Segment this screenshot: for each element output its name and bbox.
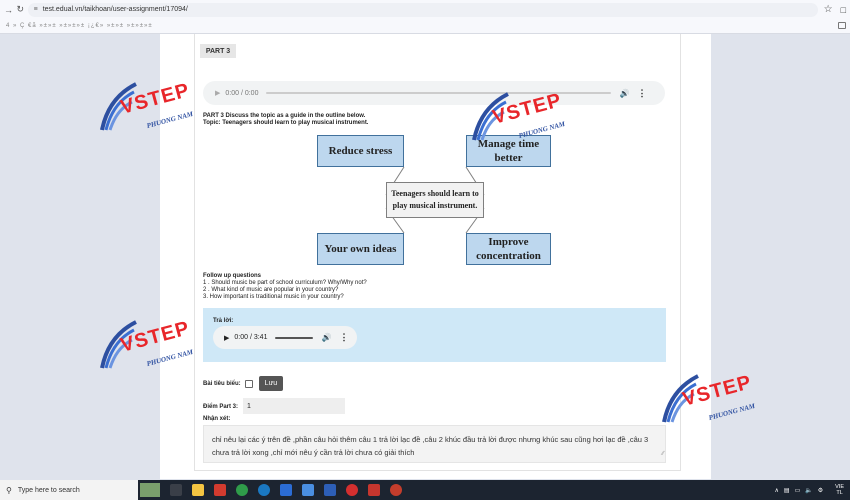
more-options-icon[interactable]: ⋮ — [637, 88, 646, 99]
settings-icon[interactable]: ⚙ — [818, 487, 823, 494]
volume-icon[interactable]: 🔊 — [321, 333, 331, 342]
followup-heading: Follow up questions — [203, 273, 261, 279]
file-explorer-icon[interactable] — [192, 484, 204, 496]
chevron-up-icon[interactable]: ∧ — [775, 487, 779, 494]
topic-text: Topic: Teenagers should learn to play mu… — [203, 120, 369, 126]
url-text: test.edual.vn/taikhoan/user-assignment/1… — [42, 6, 188, 13]
followup-question-2: 2 . What kind of music are popular in yo… — [203, 287, 339, 293]
comment-text: chỉ nêu lại các ý trên đề ,phần câu hỏi … — [212, 435, 649, 457]
extensions-icon[interactable]: □ — [841, 5, 846, 15]
more-options-icon[interactable]: ⋮ — [339, 332, 348, 343]
audio-time: 0:00 / 3:41 — [234, 334, 268, 341]
watermark-sub: PHUONG NAM — [145, 109, 194, 131]
bookmarks-bar: 4 » Ç €ã »±»± »±»±»± ¡¿€» »±»± »±»±»± — [0, 19, 850, 34]
chrome-icon[interactable] — [236, 484, 248, 496]
volume-icon[interactable]: 🔈 — [805, 487, 812, 494]
save-button[interactable]: Lưu — [258, 376, 284, 391]
mail-icon[interactable] — [368, 484, 380, 496]
play-icon[interactable]: ▶ — [215, 89, 220, 97]
system-tray: ∧ ▤ ▭ 🔈 ⚙ VIE TL — [770, 480, 845, 500]
sample-row: Bài tiêu biểu: Lưu — [203, 376, 284, 391]
folder-icon[interactable] — [838, 22, 846, 29]
diagram-center-topic: Teenagers should learn to play musical i… — [386, 182, 484, 218]
meet-icon[interactable] — [302, 484, 314, 496]
comment-textarea[interactable]: chỉ nêu lại các ý trên đề ,phần câu hỏi … — [203, 425, 666, 463]
part-label: PART 3 — [200, 44, 236, 58]
watermark-logo: VSTEP PHUONG NAM — [98, 79, 208, 140]
edge-icon[interactable] — [258, 484, 270, 496]
watermark-sub: PHUONG NAM — [517, 119, 566, 141]
language-indicator[interactable]: VIE TL — [830, 484, 844, 496]
resize-handle-icon[interactable]: ∕∕ — [662, 448, 664, 461]
watermark-sub: PHUONG NAM — [707, 401, 756, 423]
battery-icon[interactable]: ▭ — [795, 487, 801, 494]
sample-checkbox[interactable] — [244, 379, 253, 388]
sample-label: Bài tiêu biểu: — [203, 380, 241, 387]
office-app-icon[interactable] — [214, 484, 226, 496]
diagram-box-own-ideas: Your own ideas — [317, 233, 404, 265]
answer-label: Trả lời: — [213, 318, 234, 324]
bookmark-star-icon[interactable]: ☆ — [824, 4, 833, 15]
search-icon: ⚲ — [6, 485, 12, 495]
app-icon[interactable] — [324, 484, 336, 496]
taskbar-search[interactable]: ⚲ Type here to search — [0, 480, 138, 500]
score-label: Điểm Part 3: — [203, 404, 239, 410]
zalo-icon[interactable] — [280, 484, 292, 496]
watermark-logo: VSTEP PHUONG NAM — [98, 317, 208, 378]
chrome-active-icon[interactable] — [390, 484, 402, 496]
comment-label: Nhận xét: — [203, 416, 231, 422]
question-audio-player[interactable]: ▶ 0:00 / 0:00 🔊 ⋮ — [203, 81, 665, 105]
score-input[interactable]: 1 — [243, 398, 345, 414]
audio-progress-bar[interactable] — [275, 336, 314, 339]
bookmarks-text[interactable]: 4 » Ç €ã »±»± »±»±»± ¡¿€» »±»± »±»±»± — [6, 23, 153, 29]
audio-time: 0:00 / 0:00 — [225, 89, 259, 97]
network-icon[interactable]: ▤ — [784, 487, 790, 494]
play-icon[interactable]: ▶ — [224, 334, 229, 342]
address-bar[interactable]: ≡ test.edual.vn/taikhoan/user-assignment… — [27, 2, 818, 17]
volume-icon[interactable]: 🔊 — [619, 89, 629, 98]
followup-question-1: 1 . Should music be part of school curri… — [203, 280, 367, 286]
diagram-box-improve-concentration: Improve concentration — [466, 233, 551, 265]
taskbar-search-placeholder: Type here to search — [17, 486, 80, 494]
instruction-text: PART 3 Discuss the topic as a guide in t… — [203, 113, 366, 119]
diagram-box-reduce-stress: Reduce stress — [317, 135, 404, 167]
reload-icon[interactable]: ↻ — [16, 4, 25, 16]
followup-question-3: 3. How important is traditional music in… — [203, 294, 344, 300]
opera-icon[interactable] — [346, 484, 358, 496]
watermark-logo: VSTEP PHUONG NAM — [660, 371, 770, 432]
back-icon[interactable]: → — [4, 4, 13, 16]
language-line-2: TL — [836, 490, 843, 496]
task-view-icon[interactable] — [170, 484, 182, 496]
watermark-sub: PHUONG NAM — [145, 347, 194, 369]
watermark-logo: VSTEP PHUONG NAM — [470, 89, 580, 150]
browser-toolbar: → ↻ ≡ test.edual.vn/taikhoan/user-assign… — [0, 0, 850, 19]
taskbar: ⚲ Type here to search ∧ ▤ ▭ 🔈 ⚙ VIE TL — [0, 480, 850, 500]
taskbar-widget[interactable] — [140, 483, 160, 497]
site-info-icon[interactable]: ≡ — [34, 6, 38, 13]
answer-audio-player[interactable]: ▶ 0:00 / 3:41 🔊 ⋮ — [213, 326, 357, 349]
